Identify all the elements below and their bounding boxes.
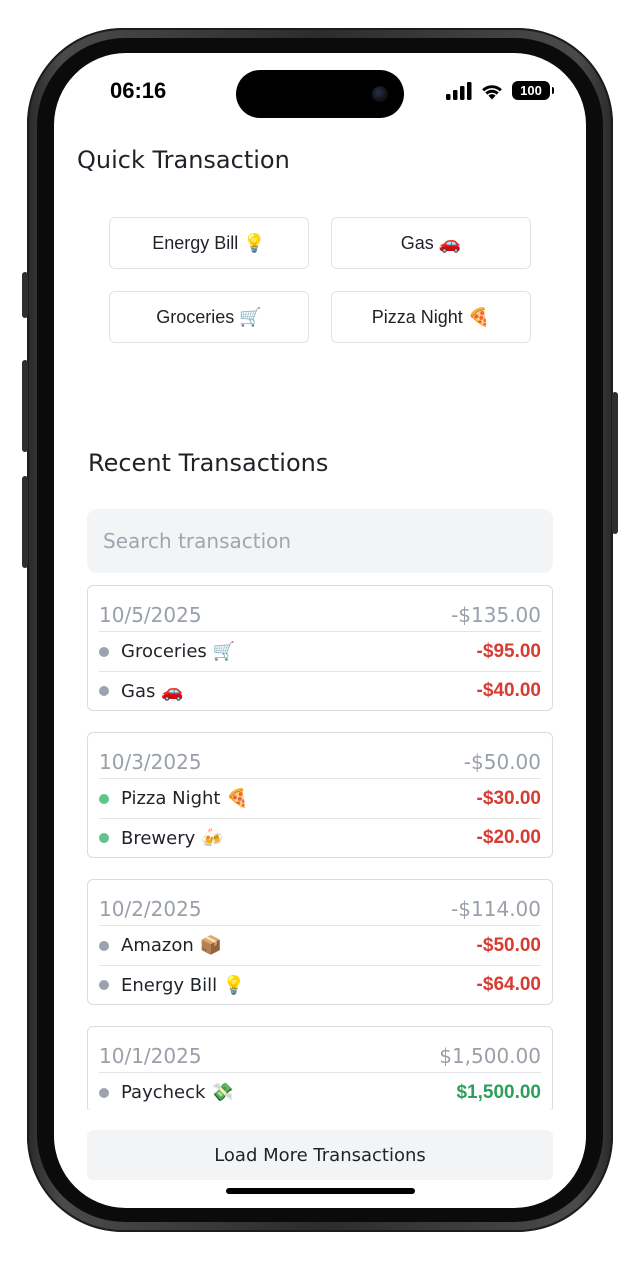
transaction-row[interactable]: Energy Bill 💡 -$64.00 bbox=[99, 965, 541, 1004]
day-group: 10/1/2025 $1,500.00 Paycheck 💸 $1,500.00 bbox=[87, 1026, 553, 1110]
quick-pizza-night-button[interactable]: Pizza Night 🍕 bbox=[331, 291, 531, 343]
front-camera-icon bbox=[372, 86, 388, 102]
category-dot bbox=[99, 646, 109, 657]
transaction-row[interactable]: Groceries 🛒 -$95.00 bbox=[99, 632, 541, 671]
transaction-list[interactable]: 10/5/2025 -$135.00 Groceries 🛒 -$95.00 G… bbox=[87, 585, 553, 1110]
transaction-row[interactable]: Amazon 📦 -$50.00 bbox=[99, 926, 541, 965]
day-date: 10/1/2025 bbox=[99, 1044, 202, 1068]
volume-up-button bbox=[22, 360, 28, 452]
transaction-amount: -$40.00 bbox=[476, 680, 541, 701]
transaction-name: Amazon 📦 bbox=[121, 935, 222, 956]
day-total: -$114.00 bbox=[451, 897, 541, 921]
load-more-button[interactable]: Load More Transactions bbox=[87, 1130, 553, 1180]
wifi-icon bbox=[482, 84, 502, 99]
day-header: 10/3/2025 -$50.00 bbox=[99, 733, 541, 779]
transaction-amount: $1,500.00 bbox=[456, 1081, 541, 1103]
category-dot bbox=[99, 686, 109, 696]
cellular-signal-icon bbox=[446, 81, 472, 100]
transaction-row[interactable]: Brewery 🍻 -$20.00 bbox=[99, 818, 541, 857]
volume-down-button bbox=[22, 476, 28, 568]
category-dot bbox=[99, 1087, 109, 1098]
day-date: 10/3/2025 bbox=[99, 750, 202, 774]
category-dot bbox=[99, 793, 109, 804]
category-dot bbox=[99, 940, 109, 951]
transaction-name: Paycheck 💸 bbox=[121, 1082, 234, 1103]
day-date: 10/2/2025 bbox=[99, 897, 202, 921]
transaction-row[interactable]: Gas 🚗 -$40.00 bbox=[99, 671, 541, 710]
phone-screen: 06:16 100 Quick Transaction Energy Bill … bbox=[54, 53, 586, 1208]
day-header: 10/2/2025 -$114.00 bbox=[99, 880, 541, 926]
day-total: -$50.00 bbox=[463, 750, 541, 774]
quick-gas-button[interactable]: Gas 🚗 bbox=[331, 217, 531, 269]
transaction-amount: -$30.00 bbox=[476, 787, 541, 809]
day-date: 10/5/2025 bbox=[99, 603, 202, 627]
quick-groceries-button[interactable]: Groceries 🛒 bbox=[109, 291, 309, 343]
quick-energy-bill-button[interactable]: Energy Bill 💡 bbox=[109, 217, 309, 269]
battery-icon: 100 bbox=[512, 81, 554, 100]
power-button bbox=[612, 392, 618, 534]
quick-transaction-grid: Energy Bill 💡 Gas 🚗 Groceries 🛒 Pizza Ni… bbox=[109, 217, 531, 343]
transaction-row[interactable]: Pizza Night 🍕 -$30.00 bbox=[99, 779, 541, 818]
recent-transactions-title: Recent Transactions bbox=[88, 449, 329, 477]
transaction-row[interactable]: Paycheck 💸 $1,500.00 bbox=[99, 1073, 541, 1110]
day-header: 10/1/2025 $1,500.00 bbox=[99, 1027, 541, 1073]
transaction-amount: -$64.00 bbox=[476, 974, 541, 995]
dynamic-island bbox=[236, 70, 404, 118]
day-group: 10/5/2025 -$135.00 Groceries 🛒 -$95.00 G… bbox=[87, 585, 553, 711]
day-total: $1,500.00 bbox=[439, 1044, 541, 1068]
transaction-name: Brewery 🍻 bbox=[121, 827, 224, 849]
transaction-name: Gas 🚗 bbox=[121, 680, 184, 702]
transaction-amount: -$50.00 bbox=[476, 934, 541, 956]
action-button bbox=[22, 272, 28, 318]
category-dot bbox=[99, 980, 109, 990]
transaction-amount: -$20.00 bbox=[476, 827, 541, 848]
day-group: 10/3/2025 -$50.00 Pizza Night 🍕 -$30.00 … bbox=[87, 732, 553, 858]
status-icons: 100 bbox=[446, 81, 554, 100]
quick-transaction-title: Quick Transaction bbox=[77, 146, 290, 174]
transaction-name: Pizza Night 🍕 bbox=[121, 788, 249, 809]
search-input[interactable] bbox=[87, 509, 553, 573]
category-dot bbox=[99, 833, 109, 843]
home-indicator[interactable] bbox=[226, 1188, 415, 1194]
day-header: 10/5/2025 -$135.00 bbox=[99, 586, 541, 632]
transaction-amount: -$95.00 bbox=[476, 640, 541, 662]
transaction-name: Energy Bill 💡 bbox=[121, 974, 246, 996]
day-group: 10/2/2025 -$114.00 Amazon 📦 -$50.00 Ener… bbox=[87, 879, 553, 1005]
status-time: 06:16 bbox=[110, 78, 167, 103]
day-total: -$135.00 bbox=[451, 603, 541, 627]
transaction-name: Groceries 🛒 bbox=[121, 641, 235, 662]
